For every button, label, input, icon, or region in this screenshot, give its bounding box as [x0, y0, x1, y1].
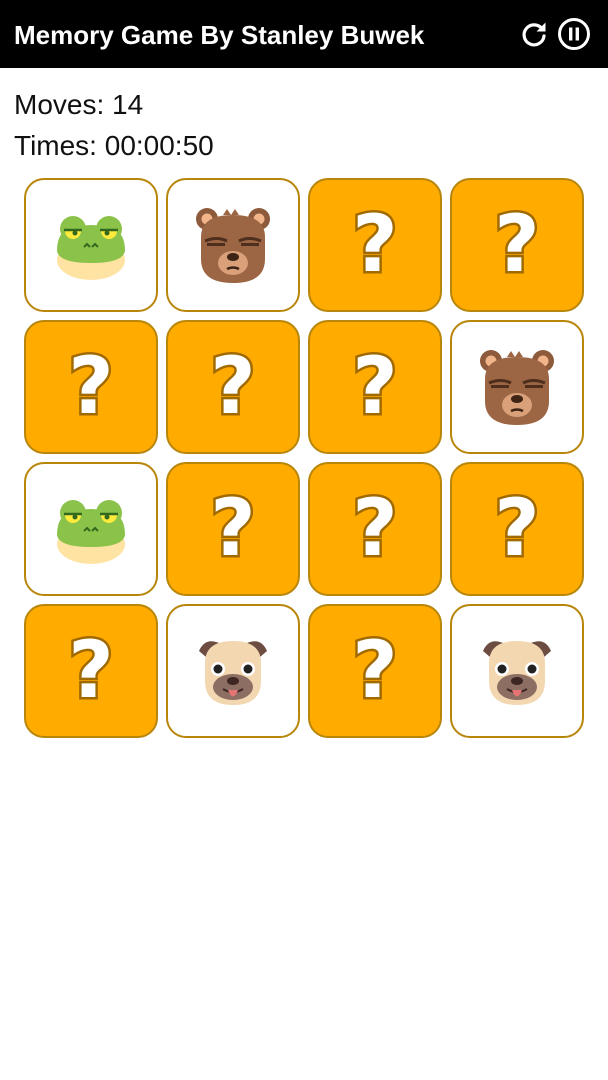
- card-grid: ????? ? ? ? ? ?: [24, 178, 584, 738]
- frog-face-icon: [51, 205, 131, 285]
- restart-icon: [522, 22, 546, 47]
- hidden-card[interactable]: ?: [308, 462, 442, 596]
- revealed-card-pug[interactable]: [450, 604, 584, 738]
- hidden-card[interactable]: ?: [308, 320, 442, 454]
- question-mark-icon: ?: [492, 484, 542, 574]
- revealed-card-bear[interactable]: [166, 178, 300, 312]
- pause-button[interactable]: [556, 16, 592, 52]
- bear-face-icon: [191, 203, 275, 287]
- hidden-card[interactable]: ?: [24, 604, 158, 738]
- revealed-card-frog[interactable]: [24, 178, 158, 312]
- question-mark-icon: ?: [66, 342, 116, 432]
- question-mark-icon: ?: [492, 200, 542, 290]
- stats-panel: Moves: 14 Times: 00:00:50: [14, 84, 214, 166]
- question-mark-icon: ?: [350, 484, 400, 574]
- hidden-card[interactable]: ?: [450, 462, 584, 596]
- restart-button[interactable]: [516, 16, 552, 52]
- bear-face-icon: [475, 345, 559, 429]
- hidden-card[interactable]: ?: [450, 178, 584, 312]
- hidden-card[interactable]: ?: [24, 320, 158, 454]
- pause-icon: [558, 18, 590, 50]
- app-title: Memory Game By Stanley Buwek: [14, 20, 425, 50]
- question-mark-icon: ?: [350, 200, 400, 290]
- question-mark-icon: ?: [208, 484, 258, 574]
- pug-face-icon: [191, 629, 275, 713]
- question-mark-icon: ?: [208, 342, 258, 432]
- timer: Times: 00:00:50: [14, 130, 214, 161]
- question-mark-icon: ?: [350, 342, 400, 432]
- hidden-card[interactable]: ?: [308, 178, 442, 312]
- question-mark-icon: ?: [350, 626, 400, 716]
- moves-counter: Moves: 14: [14, 89, 144, 120]
- revealed-card-pug[interactable]: [166, 604, 300, 738]
- hidden-card[interactable]: ?: [166, 320, 300, 454]
- revealed-card-bear[interactable]: [450, 320, 584, 454]
- hidden-card[interactable]: ?: [166, 462, 300, 596]
- pug-face-icon: [475, 629, 559, 713]
- frog-face-icon: [51, 489, 131, 569]
- hidden-card[interactable]: ?: [308, 604, 442, 738]
- app-bar: Memory Game By Stanley Buwek: [0, 0, 608, 68]
- question-mark-icon: ?: [66, 626, 116, 716]
- revealed-card-frog[interactable]: [24, 462, 158, 596]
